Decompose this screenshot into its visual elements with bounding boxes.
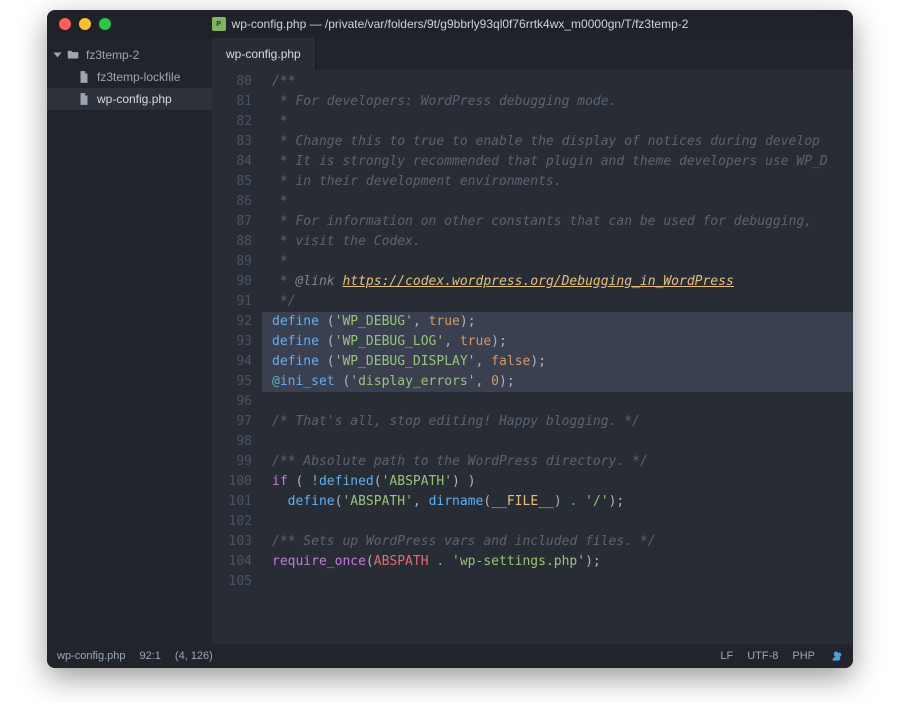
line-number: 98 <box>212 432 252 452</box>
editor-pane: wp-config.php 80818283848586878889909192… <box>212 38 853 644</box>
code-line[interactable] <box>262 512 853 532</box>
code-line[interactable]: /** Sets up WordPress vars and included … <box>262 532 853 552</box>
line-number: 93 <box>212 332 252 352</box>
code-line[interactable]: * <box>262 252 853 272</box>
code-line[interactable]: @ini_set ('display_errors', 0); <box>262 372 853 392</box>
squirrel-icon[interactable] <box>829 649 843 663</box>
status-language[interactable]: PHP <box>792 650 815 662</box>
status-file[interactable]: wp-config.php <box>57 650 126 662</box>
traffic-lights <box>59 18 111 30</box>
editor-window: P wp-config.php — /private/var/folders/9… <box>47 10 853 668</box>
code-editor[interactable]: 8081828384858687888990919293949596979899… <box>212 70 853 644</box>
code-line[interactable]: require_once(ABSPATH . 'wp-settings.php'… <box>262 552 853 572</box>
line-number: 99 <box>212 452 252 472</box>
minimize-icon[interactable] <box>79 18 91 30</box>
line-number: 80 <box>212 72 252 92</box>
code-line[interactable]: /** <box>262 72 853 92</box>
line-number: 90 <box>212 272 252 292</box>
window-title: P wp-config.php — /private/var/folders/9… <box>47 17 853 31</box>
code-line[interactable]: * visit the Codex. <box>262 232 853 252</box>
file-tree[interactable]: fz3temp-2 fz3temp-lockfile wp-config.php <box>47 38 212 644</box>
line-number: 103 <box>212 532 252 552</box>
code-line[interactable]: */ <box>262 292 853 312</box>
maximize-icon[interactable] <box>99 18 111 30</box>
tree-root-folder[interactable]: fz3temp-2 <box>47 44 212 66</box>
line-number: 97 <box>212 412 252 432</box>
file-icon <box>77 92 91 106</box>
line-number: 95 <box>212 372 252 392</box>
tab-bar[interactable]: wp-config.php <box>212 38 853 70</box>
line-number: 87 <box>212 212 252 232</box>
file-icon <box>77 70 91 84</box>
code-line[interactable]: define ('WP_DEBUG_DISPLAY', false); <box>262 352 853 372</box>
code-line[interactable]: * <box>262 192 853 212</box>
tree-item-0[interactable]: fz3temp-lockfile <box>47 66 212 88</box>
code-line[interactable]: if ( !defined('ABSPATH') ) <box>262 472 853 492</box>
line-number: 89 <box>212 252 252 272</box>
status-bar: wp-config.php 92:1 (4, 126) LF UTF-8 PHP <box>47 644 853 668</box>
line-number-gutter: 8081828384858687888990919293949596979899… <box>212 70 262 644</box>
tree-item-1[interactable]: wp-config.php <box>47 88 212 110</box>
line-number: 82 <box>212 112 252 132</box>
code-line[interactable]: * in their development environments. <box>262 172 853 192</box>
line-number: 88 <box>212 232 252 252</box>
status-encoding[interactable]: UTF-8 <box>747 650 778 662</box>
code-line[interactable]: * It is strongly recommended that plugin… <box>262 152 853 172</box>
line-number: 92 <box>212 312 252 332</box>
line-number: 94 <box>212 352 252 372</box>
line-number: 91 <box>212 292 252 312</box>
code-line[interactable]: /* That's all, stop editing! Happy blogg… <box>262 412 853 432</box>
folder-icon <box>66 48 80 62</box>
code-line[interactable]: * For information on other constants tha… <box>262 212 853 232</box>
code-line[interactable]: * For developers: WordPress debugging mo… <box>262 92 853 112</box>
status-cursor[interactable]: 92:1 <box>140 650 161 662</box>
close-icon[interactable] <box>59 18 71 30</box>
status-eol[interactable]: LF <box>720 650 733 662</box>
line-number: 84 <box>212 152 252 172</box>
line-number: 83 <box>212 132 252 152</box>
status-selection: (4, 126) <box>175 650 213 662</box>
php-file-icon: P <box>212 17 226 31</box>
code-line[interactable]: /** Absolute path to the WordPress direc… <box>262 452 853 472</box>
code-line[interactable] <box>262 392 853 412</box>
tab-wp-config[interactable]: wp-config.php <box>212 38 316 70</box>
code-line[interactable]: define('ABSPATH', dirname(__FILE__) . '/… <box>262 492 853 512</box>
code-line[interactable]: define ('WP_DEBUG_LOG', true); <box>262 332 853 352</box>
line-number: 81 <box>212 92 252 112</box>
line-number: 104 <box>212 552 252 572</box>
tab-label: wp-config.php <box>226 47 301 61</box>
tree-root-label: fz3temp-2 <box>86 48 139 62</box>
line-number: 85 <box>212 172 252 192</box>
line-number: 101 <box>212 492 252 512</box>
line-number: 86 <box>212 192 252 212</box>
code-content[interactable]: /** * For developers: WordPress debuggin… <box>262 70 853 644</box>
titlebar[interactable]: P wp-config.php — /private/var/folders/9… <box>47 10 853 38</box>
tree-item-label: wp-config.php <box>97 92 172 106</box>
line-number: 96 <box>212 392 252 412</box>
chevron-down-icon <box>54 53 62 58</box>
code-line[interactable] <box>262 432 853 452</box>
code-line[interactable]: * Change this to true to enable the disp… <box>262 132 853 152</box>
line-number: 102 <box>212 512 252 532</box>
tree-item-label: fz3temp-lockfile <box>97 70 180 84</box>
line-number: 100 <box>212 472 252 492</box>
window-title-text: wp-config.php — /private/var/folders/9t/… <box>232 17 689 31</box>
code-line[interactable]: define ('WP_DEBUG', true); <box>262 312 853 332</box>
code-line[interactable]: * <box>262 112 853 132</box>
line-number: 105 <box>212 572 252 592</box>
code-line[interactable]: * @link https://codex.wordpress.org/Debu… <box>262 272 853 292</box>
code-line[interactable] <box>262 572 853 592</box>
